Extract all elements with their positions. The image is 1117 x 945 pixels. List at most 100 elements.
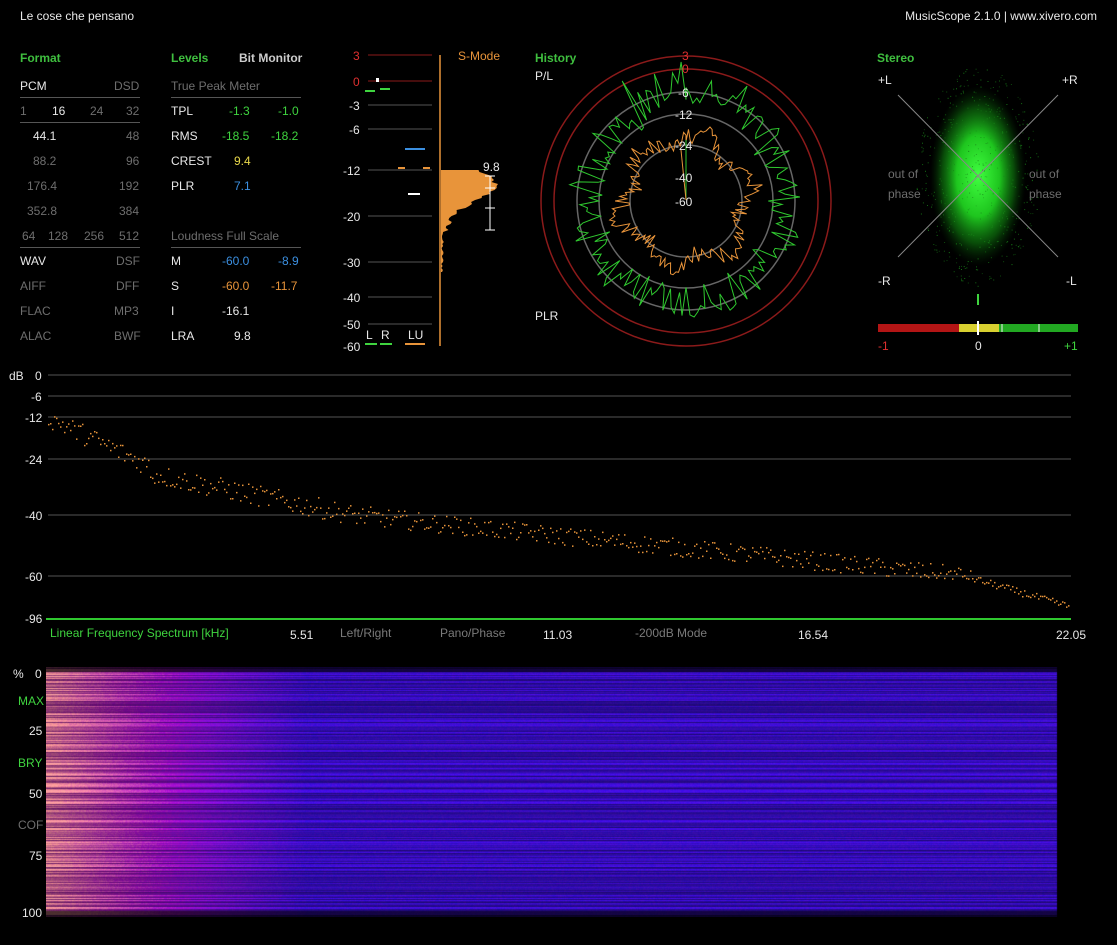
spectrum-point: [330, 516, 332, 518]
spectrum-title: Linear Frequency Spectrum [kHz]: [50, 626, 229, 640]
spectrum-point: [560, 528, 562, 530]
spectrum-point: [1006, 584, 1008, 586]
marker-bry[interactable]: BRY: [18, 756, 42, 770]
spectrum-point: [338, 507, 340, 510]
spectrum-point: [594, 536, 596, 538]
spectrum-point: [190, 489, 192, 491]
spectrum-point: [550, 527, 552, 530]
spectrum-point: [94, 431, 96, 433]
spectrum-point: [50, 423, 52, 425]
spectrum-point: [744, 548, 746, 551]
spectrum-point: [964, 575, 966, 577]
spectrum-point: [136, 467, 138, 469]
200db-mode-button[interactable]: -200dB Mode: [635, 626, 707, 640]
spectrum-point: [336, 513, 338, 516]
spectrum-point: [268, 504, 270, 506]
spectrum-point: [160, 474, 162, 476]
spectrum-point: [682, 556, 684, 558]
spectrum-point: [610, 537, 612, 540]
spectrum-point: [716, 547, 718, 549]
pano-phase-mode-button[interactable]: Pano/Phase: [440, 626, 505, 640]
spectrum-point: [778, 559, 780, 562]
spectrum-point: [1000, 585, 1002, 587]
spectrum-point: [382, 514, 384, 516]
spectrum-point: [836, 554, 838, 556]
spectrum-point: [538, 529, 540, 531]
spectrum-point: [458, 526, 460, 529]
spectrum-point: [170, 485, 172, 487]
spectrum-point: [402, 514, 404, 517]
spectrum-point: [944, 577, 946, 580]
spectrum-point: [982, 581, 984, 584]
spectrum-point: [864, 566, 866, 569]
spectrum-point: [212, 487, 214, 490]
spectrum-point: [166, 484, 168, 487]
spectrum-point: [228, 484, 230, 486]
spectrum-point: [544, 532, 546, 535]
spectrum-point: [692, 552, 694, 554]
spectrum-point: [802, 566, 804, 568]
spectrum-point: [280, 496, 282, 499]
left-right-mode-button[interactable]: Left/Right: [340, 626, 391, 640]
spectrum-point: [466, 534, 468, 536]
spectrum-point: [98, 437, 100, 440]
spectrum-point: [464, 534, 466, 537]
spectrum-point: [970, 570, 972, 572]
spectrum-point: [224, 488, 226, 491]
spectrum-point: [238, 484, 240, 486]
spectrum-point: [1048, 598, 1050, 600]
spectrum-point: [378, 512, 380, 514]
spectrum-point: [114, 447, 116, 449]
spectrum-point: [1056, 600, 1058, 602]
spectrum-point: [600, 545, 602, 547]
spectrum-point: [324, 517, 326, 520]
spectrum-point: [938, 575, 940, 577]
spectrum-point: [432, 518, 434, 520]
spectrum-point: [722, 553, 724, 555]
spectrum-point: [158, 481, 160, 483]
spectrum-point: [980, 577, 982, 579]
spectrum-point: [180, 487, 182, 489]
spectrum-point: [454, 516, 456, 518]
spectrum-point: [96, 431, 98, 434]
spectrum-point: [312, 511, 314, 513]
spectrum-point: [78, 425, 80, 427]
spectrum-point: [420, 519, 422, 522]
spectrum-point: [696, 543, 698, 546]
spectrum-point: [198, 491, 200, 493]
spectrum-point: [924, 574, 926, 576]
spectrum-point: [188, 489, 190, 491]
spectrum-point: [266, 489, 268, 492]
spectrum-point: [106, 445, 108, 447]
spectrum-point: [948, 571, 950, 573]
spectrum-point: [622, 543, 624, 545]
spectrum-point: [204, 479, 206, 481]
spectrum-point: [232, 498, 234, 500]
spectrum-point: [606, 541, 608, 543]
spectrum-point: [242, 484, 244, 487]
spectrum-point: [862, 572, 864, 574]
spectrum-point: [516, 538, 518, 541]
marker-cof[interactable]: COF: [18, 818, 43, 832]
spectrum-point: [882, 561, 884, 564]
spectrum-point: [772, 555, 774, 558]
spectrum-point: [876, 559, 878, 562]
spectrum-point: [668, 540, 670, 542]
spectrum-point: [116, 445, 118, 447]
spectrum-point: [1012, 586, 1014, 588]
spectrum-point: [214, 486, 216, 489]
spectrum-point: [260, 485, 262, 488]
spectrum-point: [1062, 601, 1064, 603]
spectrum-point: [322, 518, 324, 520]
spectrum-point: [828, 568, 830, 571]
spectrum-point: [1004, 587, 1006, 589]
spectrum-point: [922, 564, 924, 567]
spectrum-point: [822, 569, 824, 572]
spectrum-point: [1068, 605, 1070, 607]
spectrum-point: [986, 581, 988, 584]
spectrum-point: [760, 546, 762, 549]
marker-max[interactable]: MAX: [18, 694, 44, 708]
spectrum-point: [434, 515, 436, 517]
spectrum-point: [874, 572, 876, 574]
spectrum-point: [90, 432, 92, 435]
